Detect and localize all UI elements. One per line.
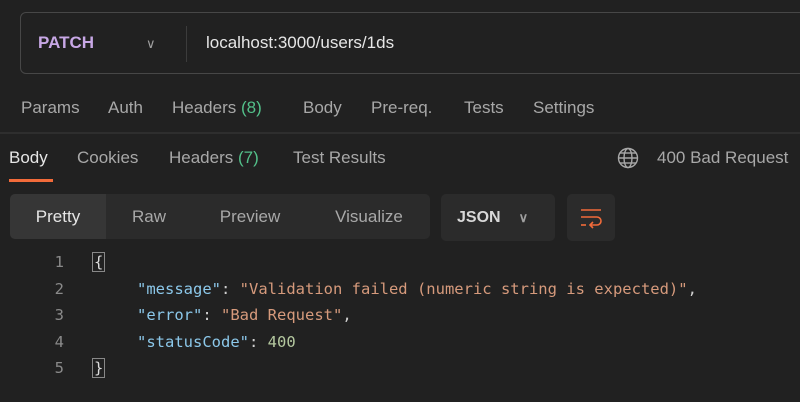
response-tab-body[interactable]: Body [9,148,48,168]
code-line: "message": "Validation failed (numeric s… [137,280,697,298]
status-badge: 400 Bad Request [657,148,789,167]
divider [186,26,187,62]
format-select[interactable]: JSON ∨ [441,194,555,241]
tab-auth[interactable]: Auth [108,98,143,118]
open-brace: { [92,252,106,272]
line-number: 4 [54,333,64,351]
method-select[interactable]: PATCH [38,33,94,53]
chevron-down-icon: ∨ [518,210,529,225]
line-number: 2 [54,280,64,298]
code-line: "error": "Bad Request", [137,306,352,324]
response-tab-headers[interactable]: Headers (7) [169,148,259,168]
tab-settings[interactable]: Settings [533,98,594,118]
code-line: "statusCode": 400 [137,333,296,351]
url-input[interactable]: localhost:3000/users/1ds [206,33,394,53]
response-tab-test-results[interactable]: Test Results [293,148,386,168]
line-number: 1 [54,253,64,271]
globe-icon[interactable] [617,147,639,169]
tab-body[interactable]: Body [303,98,342,118]
view-preview-button[interactable]: Preview [192,194,308,239]
response-tab-cookies[interactable]: Cookies [77,148,138,168]
tab-params[interactable]: Params [21,98,80,118]
line-number: 3 [54,306,64,324]
active-tab-indicator [9,179,53,182]
tab-headers[interactable]: Headers (8) [172,98,262,118]
wrap-lines-button[interactable] [567,194,615,241]
view-raw-button[interactable]: Raw [106,194,192,239]
view-pretty-button[interactable]: Pretty [10,194,106,239]
view-mode-segmented: Pretty Raw Preview Visualize [10,194,430,239]
wrap-icon [581,209,602,229]
tab-tests[interactable]: Tests [464,98,504,118]
close-brace: } [92,358,106,378]
url-bar [20,12,800,74]
line-number: 5 [54,359,64,377]
view-visualize-button[interactable]: Visualize [308,194,430,239]
chevron-down-icon[interactable]: ∨ [146,36,156,52]
tab-pre-req[interactable]: Pre-req. [371,98,432,118]
divider [0,132,800,134]
